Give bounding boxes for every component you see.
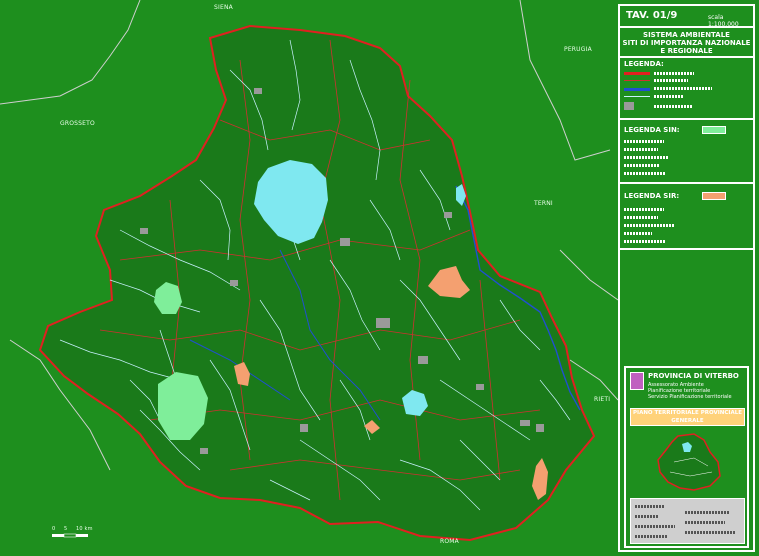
legend-text <box>624 140 664 143</box>
legend-panel: TAV. 01/9 scala 1:100.000 SISTEMA AMBIEN… <box>618 4 755 552</box>
legend-text <box>624 148 658 151</box>
info-text <box>635 525 675 528</box>
sir-swatch <box>702 192 726 200</box>
place-label-terni: TERNI <box>534 200 553 207</box>
scale-tick-5: 5 <box>64 526 68 532</box>
legend-text <box>654 72 694 75</box>
scale-tick-10: 10 km <box>76 526 93 532</box>
info-text <box>685 531 735 534</box>
tav-header: TAV. 01/9 scala 1:100.000 <box>620 6 753 28</box>
place-label-rieti: RIETI <box>594 396 611 403</box>
place-label-roma: ROMA <box>440 538 459 545</box>
legend-text <box>624 172 666 175</box>
title-line-2: SITI DI IMPORTANZA NAZIONALE <box>622 39 751 47</box>
legend-heading: LEGENDA: <box>624 60 664 68</box>
title-line-1: SISTEMA AMBIENTALE <box>643 31 730 39</box>
legend-text <box>654 95 684 98</box>
legend-text <box>624 208 664 211</box>
province-frame: PROVINCIA DI VITERBO Assessorato Ambient… <box>624 366 749 548</box>
province-sub-3: Servizio Pianificazione territoriale <box>648 394 732 400</box>
region-border <box>0 0 141 105</box>
legend-text <box>654 87 712 90</box>
scale-text: scala 1:100.000 <box>708 14 739 28</box>
legend-text <box>624 156 668 159</box>
legend-sir-heading: LEGENDA SIR: <box>624 192 680 200</box>
tav-number: TAV. 01/9 <box>626 10 678 21</box>
province-block: PROVINCIA DI VITERBO Assessorato Ambient… <box>622 364 751 550</box>
map-canvas <box>0 0 618 542</box>
map-sheet: SIENA PERUGIA GROSSETO TERNI RIETI ROMA … <box>0 0 759 556</box>
province-crest-icon <box>630 372 644 390</box>
legend-text <box>654 79 688 82</box>
region-border <box>519 0 611 161</box>
legend-sin: LEGENDA SIN: <box>620 120 753 184</box>
legend-text <box>624 232 652 235</box>
legend-municipal-swatch <box>624 80 650 81</box>
legend-main: LEGENDA: <box>620 58 753 120</box>
place-label-grosseto: GROSSETO <box>60 120 95 127</box>
info-text <box>685 521 725 524</box>
place-label-perugia: PERUGIA <box>564 46 592 53</box>
legend-text <box>624 224 674 227</box>
legend-sir: LEGENDA SIR: <box>620 184 753 250</box>
legend-text <box>654 105 692 108</box>
sin-swatch <box>702 126 726 134</box>
title-line-3: E REGIONALE <box>660 47 713 55</box>
legend-text <box>624 216 658 219</box>
title-block: SISTEMA AMBIENTALE SITI DI IMPORTANZA NA… <box>620 28 753 58</box>
legend-text <box>624 240 666 243</box>
info-box <box>630 498 745 544</box>
info-text <box>635 515 659 518</box>
legend-urban-swatch <box>624 102 634 110</box>
plan-title-line-2: GENERALE <box>671 418 704 424</box>
province-area <box>38 24 596 542</box>
plan-title-line-1: PIANO TERRITORIALE PROVINCIALE <box>633 410 742 416</box>
region-border <box>559 249 618 301</box>
province-locator-map <box>657 433 721 491</box>
plan-title-box: PIANO TERRITORIALE PROVINCIALE GENERALE <box>630 408 745 426</box>
province-title: PROVINCIA DI VITERBO <box>648 372 739 380</box>
info-text <box>635 505 665 508</box>
legend-stream-swatch <box>624 96 650 97</box>
scale-bar <box>52 533 88 538</box>
legend-text <box>624 164 660 167</box>
legend-river-swatch <box>624 88 650 91</box>
legend-sin-heading: LEGENDA SIN: <box>624 126 680 134</box>
info-text <box>635 535 667 538</box>
place-label-siena: SIENA <box>214 4 233 11</box>
scale-tick-0: 0 <box>52 526 56 532</box>
info-text <box>685 511 729 514</box>
legend-boundary-swatch <box>624 72 650 75</box>
